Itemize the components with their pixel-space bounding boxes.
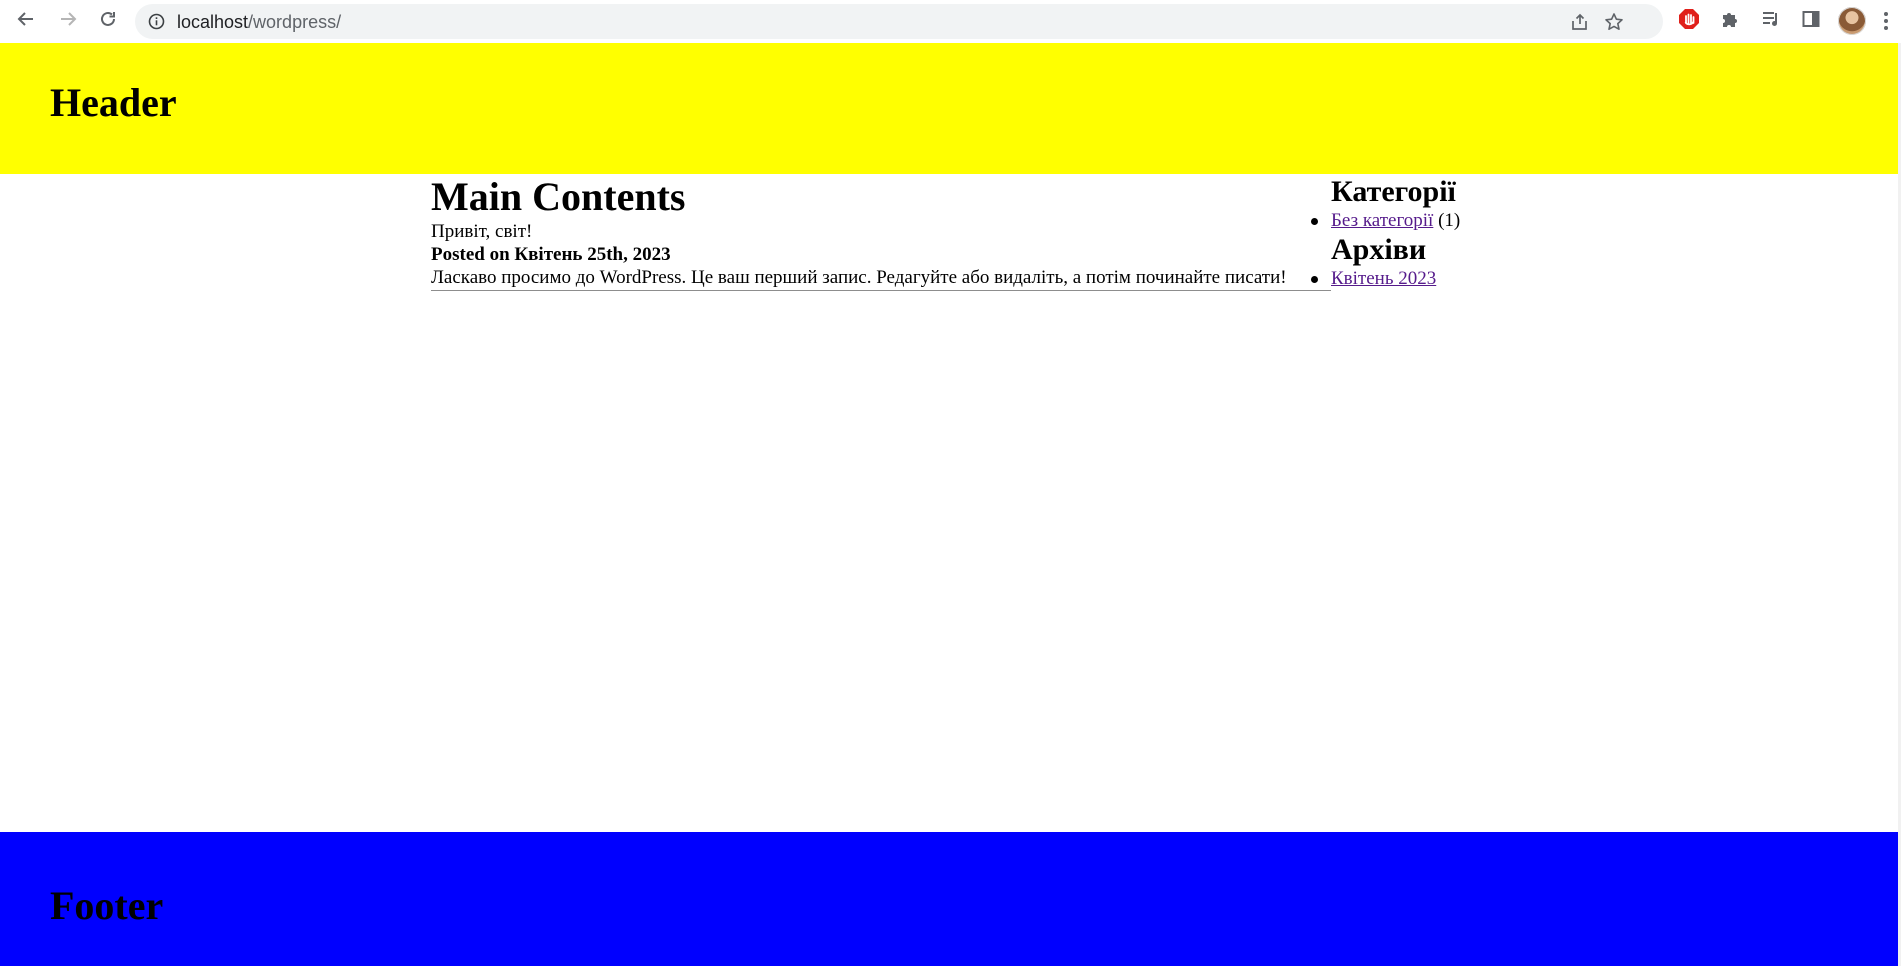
- url-text: localhost/wordpress/: [177, 12, 341, 33]
- archives-list: Квітень 2023: [1311, 268, 1631, 290]
- categories-list: Без категорії (1): [1311, 210, 1631, 232]
- back-button[interactable]: [12, 7, 40, 35]
- main-content: Main Contents Привіт, світ! Posted on Кв…: [431, 174, 1331, 291]
- browser-toolbar: localhost/wordpress/: [0, 0, 1901, 43]
- header-title: Header: [50, 80, 177, 125]
- post-date: Posted on Квітень 25th, 2023: [431, 244, 671, 265]
- extensions-button[interactable]: [1718, 9, 1742, 33]
- category-link[interactable]: Без категорії: [1331, 210, 1433, 231]
- reload-button[interactable]: [94, 7, 122, 35]
- address-bar[interactable]: localhost/wordpress/: [135, 4, 1663, 39]
- playlist-icon: [1761, 9, 1781, 34]
- category-item: Без категорії (1): [1311, 210, 1631, 232]
- archive-item: Квітень 2023: [1311, 268, 1631, 290]
- url-path: /wordpress/: [248, 12, 342, 32]
- side-panel-button[interactable]: [1799, 9, 1823, 33]
- categories-heading: Категорії: [1331, 175, 1456, 208]
- archive-link[interactable]: Квітень 2023: [1331, 268, 1436, 289]
- post-excerpt: Ласкаво просимо до WordPress. Це ваш пер…: [431, 266, 1331, 291]
- post-title: Привіт, світ!: [431, 221, 533, 242]
- info-icon[interactable]: [148, 13, 165, 30]
- site-header: Header: [0, 43, 1898, 174]
- archives-heading: Архіви: [1331, 233, 1427, 266]
- star-icon[interactable]: [1604, 12, 1626, 32]
- reload-icon: [98, 9, 118, 34]
- media-control-button[interactable]: [1759, 9, 1783, 33]
- adblock-extension-button[interactable]: [1677, 8, 1701, 35]
- kebab-menu-icon[interactable]: [1882, 9, 1890, 33]
- footer-title: Footer: [50, 883, 164, 928]
- side-panel-icon: [1801, 9, 1821, 34]
- forward-button[interactable]: [54, 7, 82, 35]
- url-host: localhost: [177, 12, 249, 32]
- category-count: (1): [1433, 210, 1461, 231]
- site-footer: Footer: [0, 832, 1898, 966]
- stop-hand-icon: [1678, 8, 1700, 35]
- main-heading: Main Contents: [431, 174, 686, 219]
- share-icon[interactable]: [1570, 12, 1592, 32]
- profile-avatar[interactable]: [1838, 7, 1866, 35]
- arrow-right-icon: [58, 9, 78, 34]
- arrow-left-icon: [16, 9, 36, 34]
- sidebar: Категорії Без категорії (1) Архіви Квіте…: [1311, 174, 1631, 290]
- puzzle-icon: [1720, 9, 1740, 34]
